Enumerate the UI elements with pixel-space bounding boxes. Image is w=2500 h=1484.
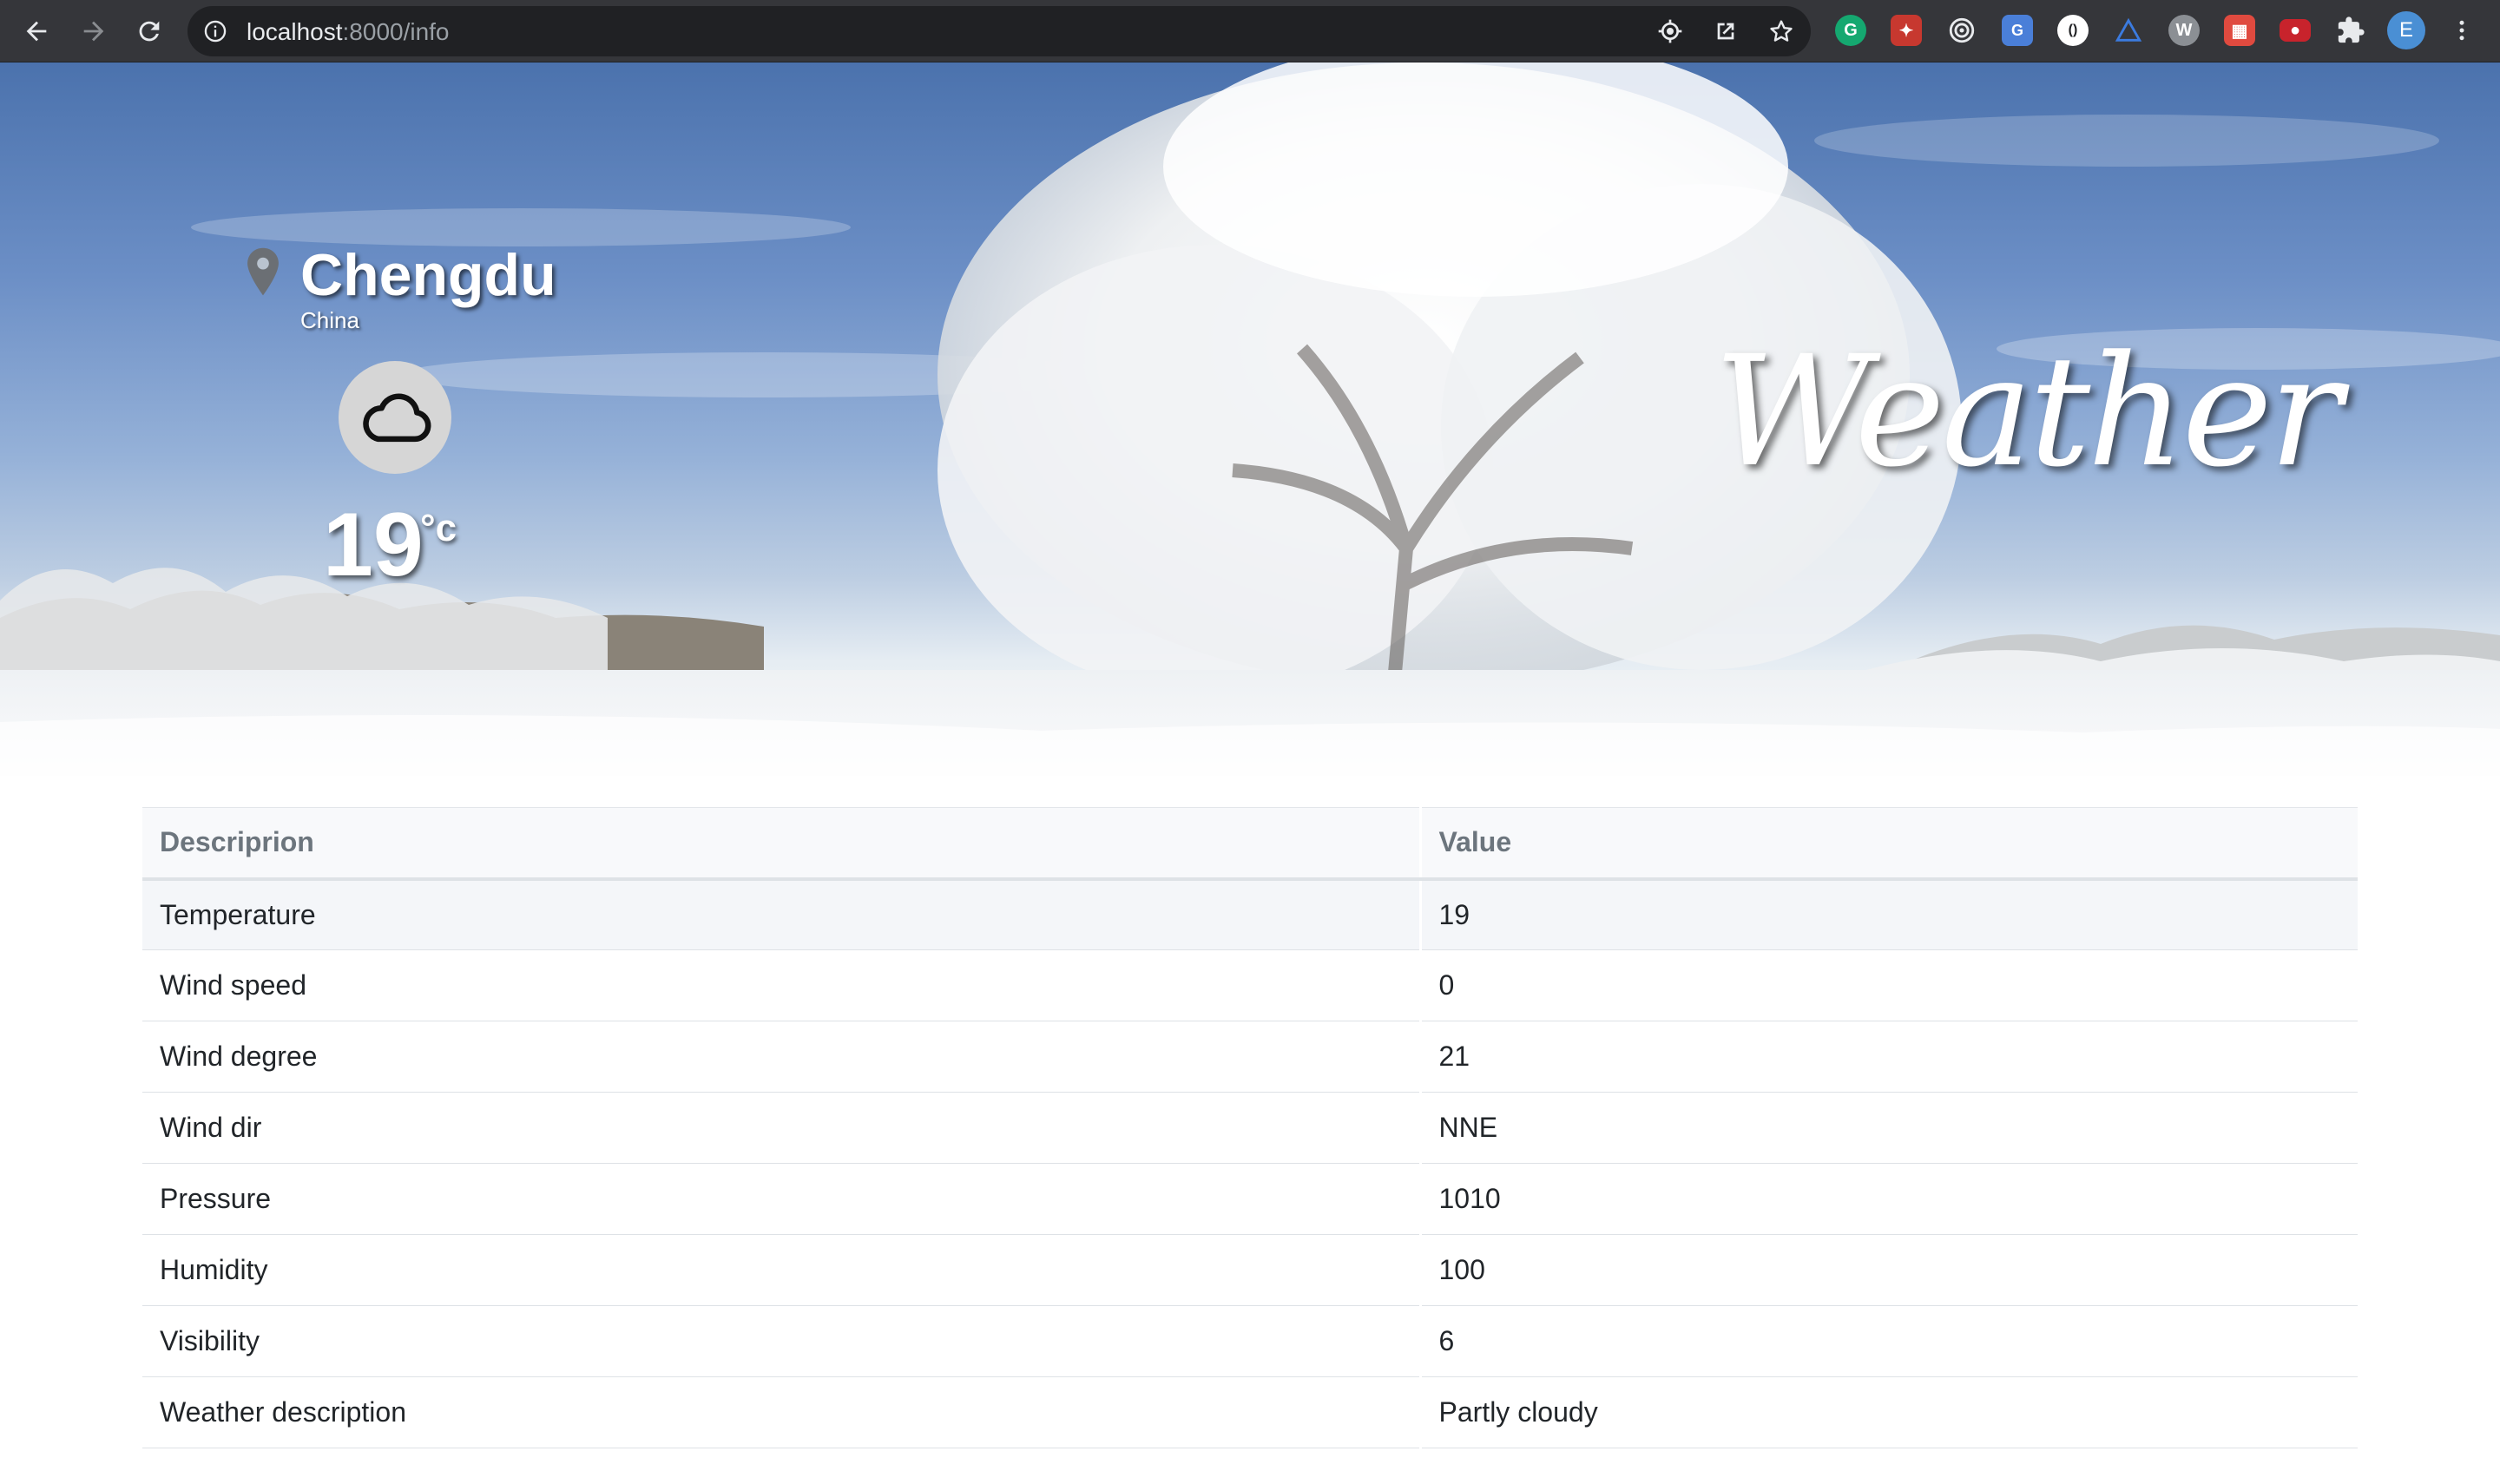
translate-icon[interactable]: G: [2002, 15, 2033, 46]
table-row: Humidity 100: [142, 1234, 2358, 1306]
row-value: 1010: [1420, 1163, 2358, 1235]
row-value: 6: [1420, 1305, 2358, 1377]
temperature-unit: °c: [420, 507, 457, 549]
url-host: localhost: [247, 18, 343, 45]
row-value: 0: [1420, 949, 2358, 1021]
row-value: Partly cloudy: [1420, 1376, 2358, 1448]
forward-arrow-icon: [83, 21, 104, 42]
site-info-icon[interactable]: [203, 19, 227, 43]
row-value: 19: [1420, 878, 2358, 950]
row-label: Temperature: [142, 878, 1422, 950]
reload-button[interactable]: [132, 14, 167, 49]
weather-hero: Chengdu China 19 °c Weather: [0, 62, 2500, 776]
country-name: China: [300, 307, 359, 333]
location-target-icon[interactable]: [1656, 17, 1684, 45]
bookmark-star-icon[interactable]: [1767, 17, 1795, 45]
vector-icon[interactable]: [2113, 15, 2144, 46]
table-row: Visibility 6: [142, 1305, 2358, 1377]
menu-kebab-icon[interactable]: [2446, 15, 2477, 46]
w-extension-icon[interactable]: W: [2168, 15, 2200, 46]
weather-condition-badge: [339, 361, 451, 474]
url-path: :8000/info: [342, 18, 450, 45]
reload-icon: [139, 21, 160, 42]
target-icon[interactable]: [1946, 15, 1977, 46]
row-label: Wind degree: [142, 1021, 1422, 1093]
browser-toolbar: localhost:8000/info G ✦ G () W ▦ ● E: [0, 0, 2500, 62]
row-value: 21: [1420, 1021, 2358, 1093]
table-row: Weather description Partly cloudy: [142, 1376, 2358, 1448]
table-row: Wind speed 0: [142, 949, 2358, 1021]
extension-red-icon[interactable]: ✦: [1891, 15, 1922, 46]
temperature-reading: 19: [323, 495, 424, 595]
location-pin-icon: [247, 247, 279, 296]
row-label: Wind dir: [142, 1092, 1422, 1164]
calendar-extension-icon[interactable]: ▦: [2224, 15, 2255, 46]
column-header-value: Value: [1420, 807, 2358, 881]
row-value: NNE: [1420, 1092, 2358, 1164]
table-row: Wind degree 21: [142, 1021, 2358, 1093]
row-label: Weather description: [142, 1376, 1422, 1448]
row-label: Pressure: [142, 1163, 1422, 1235]
red-extension-icon[interactable]: ●: [2280, 19, 2311, 42]
open-in-icon[interactable]: [1712, 17, 1740, 45]
grammarly-icon[interactable]: G: [1835, 15, 1866, 46]
table-row: Temperature 19: [142, 878, 2358, 950]
url-text[interactable]: localhost:8000/info: [247, 19, 450, 45]
column-header-description: Descriprion: [142, 807, 1422, 881]
row-value: 100: [1420, 1234, 2358, 1306]
table-header-row: Descriprion Value: [142, 807, 2358, 881]
extensions-puzzle-icon[interactable]: [2335, 15, 2366, 46]
row-label: Humidity: [142, 1234, 1422, 1306]
profile-avatar[interactable]: E: [2387, 11, 2425, 49]
row-label: Visibility: [142, 1305, 1422, 1377]
back-arrow-icon: [26, 21, 47, 42]
back-button[interactable]: [19, 14, 54, 49]
weather-details-table: Descriprion Value Temperature 19 Wind sp…: [142, 807, 2358, 1448]
forward-button[interactable]: [76, 14, 111, 49]
city-name: Chengdu: [300, 242, 556, 308]
circle-extension-icon[interactable]: (): [2057, 15, 2089, 46]
table-row: Pressure 1010: [142, 1163, 2358, 1235]
weather-brand-title: Weather: [1714, 323, 2342, 501]
cloud-icon: [363, 393, 431, 443]
address-bar[interactable]: localhost:8000/info: [188, 6, 1811, 56]
table-row: Wind dir NNE: [142, 1092, 2358, 1164]
row-label: Wind speed: [142, 949, 1422, 1021]
